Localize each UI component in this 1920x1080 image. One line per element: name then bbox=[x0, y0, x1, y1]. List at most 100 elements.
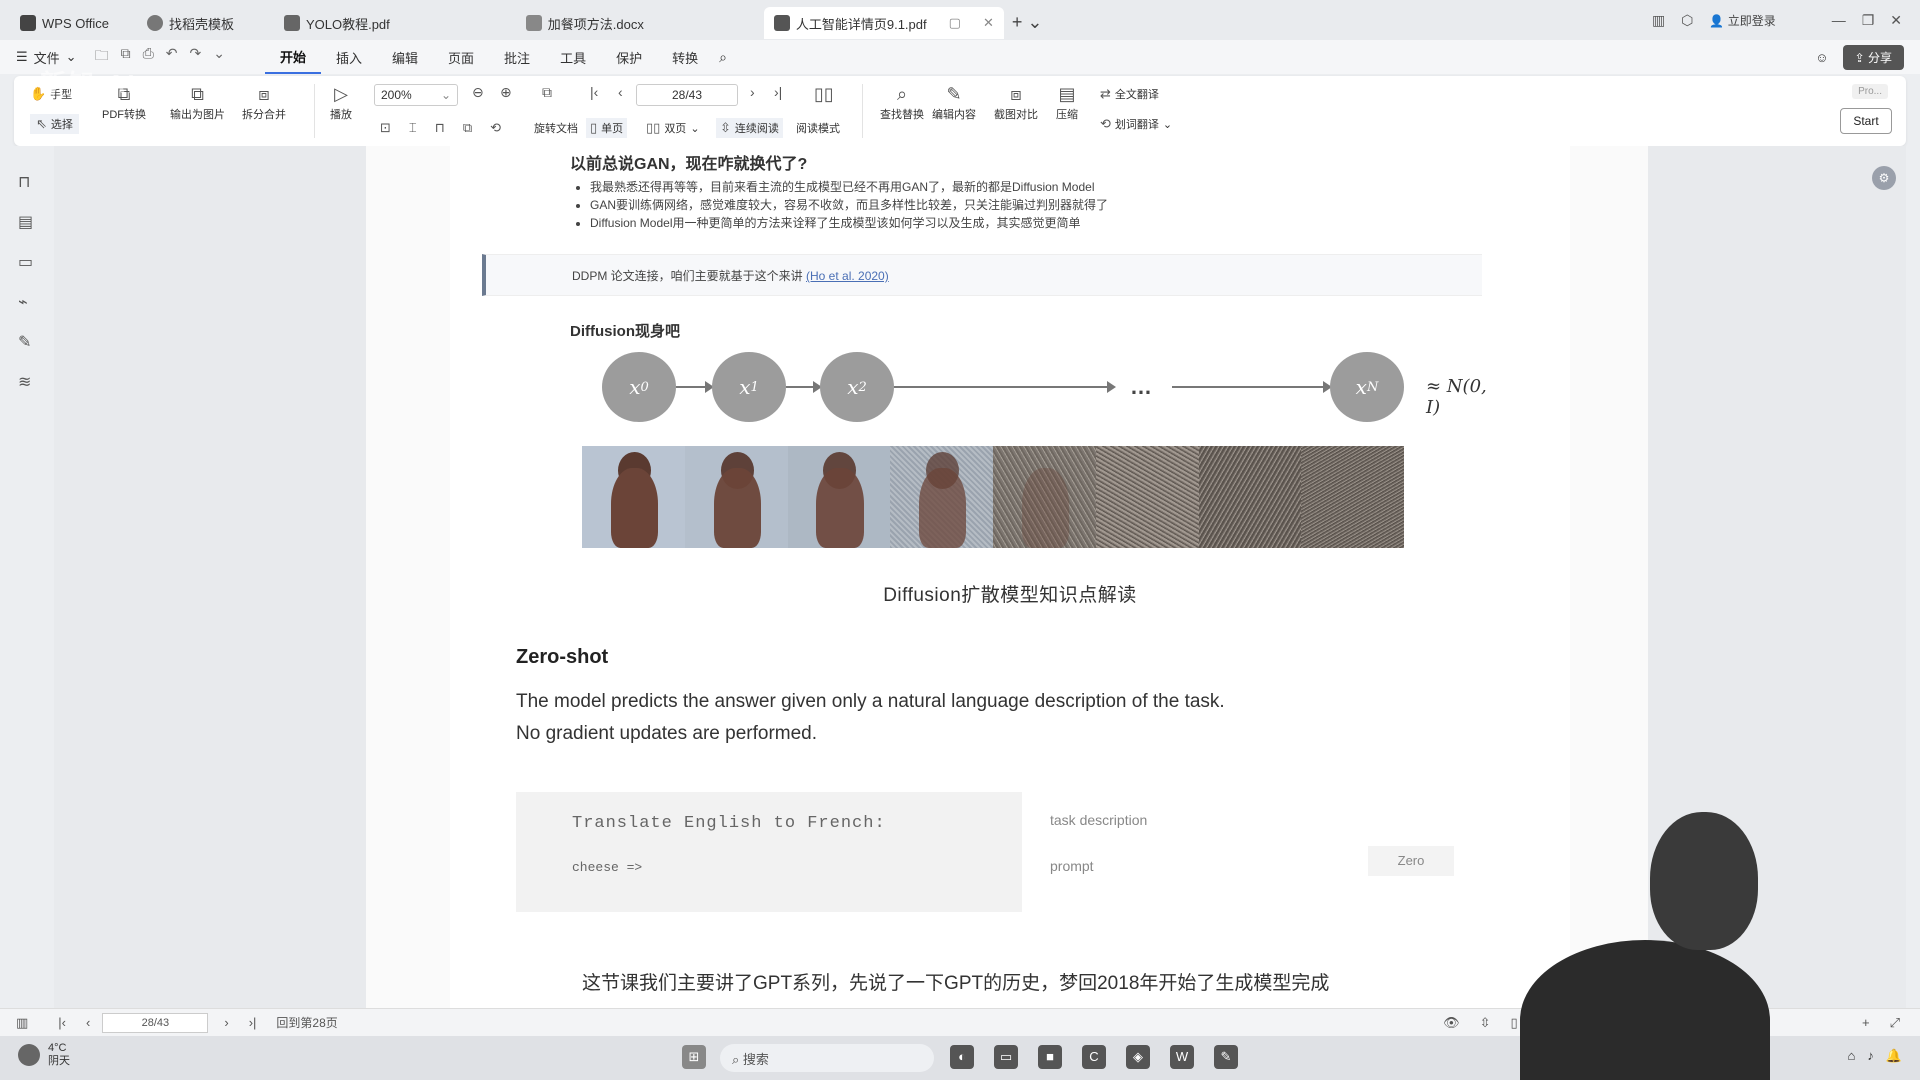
continuous-read-button[interactable]: ⇳ 连续阅读 bbox=[716, 118, 783, 138]
app-draw-icon[interactable]: ✎ bbox=[1214, 1045, 1238, 1069]
double-page-button[interactable]: ▯▯ 双页 ⌄ bbox=[646, 120, 700, 136]
emoji-icon[interactable]: ☺ bbox=[1815, 50, 1828, 65]
full-translate-button[interactable]: ⇄ 全文翻译 bbox=[1100, 86, 1159, 102]
menu-item-annotate[interactable]: 批注 bbox=[489, 40, 545, 74]
split-merge-button[interactable]: ⧈ 拆分合并 bbox=[242, 82, 286, 122]
word-translate-icon: ⟲ bbox=[1100, 116, 1111, 131]
zoom-in-icon[interactable]: ⊕ bbox=[500, 84, 512, 101]
prev-page-icon[interactable]: ‹ bbox=[618, 84, 623, 100]
export-image-button[interactable]: ⧉ 输出为图片 bbox=[170, 82, 225, 122]
login-link[interactable]: 👤 立即登录 bbox=[1709, 12, 1775, 29]
search-icon[interactable]: ⌕ bbox=[719, 49, 727, 66]
redo-icon[interactable]: ↷ bbox=[190, 45, 202, 69]
rotate-doc-button[interactable]: 旋转文档 bbox=[534, 120, 578, 136]
play-view-icon[interactable]: ▶ bbox=[1572, 1015, 1582, 1031]
menu-item-tools[interactable]: 工具 bbox=[545, 40, 601, 74]
compare-button[interactable]: ⧈ 截图对比 bbox=[994, 82, 1038, 122]
next-page-icon[interactable]: › bbox=[750, 84, 755, 100]
tab-wps-office[interactable]: WPS Office bbox=[10, 7, 119, 39]
start-button[interactable]: Start bbox=[1840, 108, 1892, 134]
close-window-icon[interactable]: ✕ bbox=[1890, 12, 1902, 29]
notification-icon[interactable]: 🔔 bbox=[1886, 1048, 1902, 1064]
page-number-input[interactable]: 28/43 bbox=[636, 84, 738, 106]
volume-icon[interactable]: ♪ bbox=[1867, 1048, 1874, 1064]
menu-item-edit[interactable]: 编辑 bbox=[377, 40, 433, 74]
network-icon[interactable]: ⌂ bbox=[1847, 1048, 1855, 1064]
layers-icon[interactable]: ≋ bbox=[18, 372, 31, 392]
compress-button[interactable]: ▤ 压缩 bbox=[1056, 82, 1078, 122]
play-button[interactable]: ▷ 播放 bbox=[330, 82, 352, 122]
single-page-icon: ▯ bbox=[590, 120, 598, 135]
first-page-icon[interactable]: |‹ bbox=[58, 1015, 66, 1030]
menu-item-protect[interactable]: 保护 bbox=[601, 40, 657, 74]
goto-page-link[interactable]: 回到第28页 bbox=[276, 1014, 337, 1031]
signature-icon[interactable]: ✎ bbox=[18, 332, 31, 352]
app-image-icon[interactable]: ◈ bbox=[1126, 1045, 1150, 1069]
taskbar-search[interactable]: ⌕ 搜索 bbox=[720, 1044, 934, 1072]
tab-close-icon[interactable]: ✕ bbox=[983, 15, 994, 31]
print-icon[interactable]: ⎙ bbox=[143, 45, 154, 69]
document-viewport[interactable]: 以前总说GAN，现在咋就换代了? 我最熟悉还得再等等，目前来看主流的生成模型已经… bbox=[54, 146, 1906, 1008]
prev-page-icon[interactable]: ‹ bbox=[86, 1015, 90, 1030]
column-icon[interactable]: ⌶ bbox=[409, 120, 417, 136]
tab-docx[interactable]: 加餐项方法.docx bbox=[516, 7, 654, 39]
menu-item-start[interactable]: 开始 bbox=[264, 40, 321, 74]
new-tab-icon[interactable]: + ⌄ bbox=[1004, 12, 1051, 33]
app-icon[interactable]: ■ bbox=[1038, 1045, 1062, 1069]
assistant-icon[interactable]: ⚙ bbox=[1872, 166, 1896, 190]
restore-icon[interactable]: ❐ bbox=[1862, 12, 1875, 29]
tab-yolo-pdf[interactable]: YOLO教程.pdf bbox=[274, 7, 400, 39]
fit-page-icon[interactable]: ⧉ bbox=[542, 84, 552, 101]
book-icon[interactable]: ▯▯ bbox=[814, 84, 834, 105]
app-c-icon[interactable]: C bbox=[1082, 1045, 1106, 1069]
frame-image bbox=[1198, 446, 1302, 548]
rotate-icon[interactable]: ⟲ bbox=[490, 120, 501, 136]
cube-icon[interactable]: ⬡ bbox=[1681, 12, 1693, 29]
tab-pin-icon[interactable]: ▢ bbox=[949, 15, 961, 31]
edit-content-button[interactable]: ✎ 编辑内容 bbox=[932, 82, 976, 122]
eye-icon[interactable]: 👁 bbox=[1443, 1015, 1460, 1031]
bookmark-tool-icon[interactable]: ⊓ bbox=[435, 120, 445, 136]
start-menu-icon[interactable]: ⊞ bbox=[682, 1045, 706, 1069]
pro-badge: Pro... bbox=[1852, 84, 1888, 99]
undo-icon[interactable]: ↶ bbox=[166, 45, 178, 69]
layout-icon[interactable]: ▥ bbox=[1652, 12, 1665, 29]
tab-template[interactable]: 找稻壳模板 bbox=[137, 7, 244, 39]
fullscreen-icon[interactable]: ⤢ bbox=[1890, 1015, 1900, 1031]
word-translate-button[interactable]: ⟲ 划词翻译 ⌄ bbox=[1100, 116, 1172, 132]
file-explorer-icon[interactable]: ▭ bbox=[994, 1045, 1018, 1069]
zoom-plus-icon[interactable]: + bbox=[1862, 1015, 1870, 1031]
first-page-icon[interactable]: |‹ bbox=[590, 84, 598, 100]
share-button[interactable]: ⇪ 分享 bbox=[1842, 44, 1904, 70]
browser-icon[interactable]: ◐ bbox=[950, 1045, 974, 1069]
tag-icon[interactable]: ⌁ bbox=[18, 292, 28, 312]
more-icon[interactable]: ⌄ bbox=[213, 45, 225, 69]
paper-link[interactable]: (Ho et al. 2020) bbox=[806, 269, 889, 283]
minimize-icon[interactable]: — bbox=[1832, 12, 1846, 28]
single-page-button[interactable]: ▯ 单页 bbox=[586, 118, 628, 138]
double-view-icon[interactable]: ▯▯ bbox=[1538, 1015, 1552, 1031]
select-tool-button[interactable]: ⇖ 选择 bbox=[30, 114, 79, 134]
menu-item-page[interactable]: 页面 bbox=[433, 40, 489, 74]
bookmark-icon[interactable]: ⊓ bbox=[18, 172, 30, 192]
last-page-icon[interactable]: ›| bbox=[774, 84, 782, 100]
weather-widget[interactable]: 4°C 阴天 bbox=[18, 1042, 70, 1068]
zoom-select[interactable]: 200% ⌄ bbox=[374, 84, 458, 106]
menu-item-insert[interactable]: 插入 bbox=[321, 40, 377, 74]
sidebar-toggle-icon[interactable]: ▥ bbox=[16, 1015, 28, 1031]
fit-width-icon[interactable]: ⇳ bbox=[1480, 1015, 1491, 1031]
zoom-out-icon[interactable]: ⊖ bbox=[472, 84, 484, 101]
copy-page-icon[interactable]: ⧉ bbox=[463, 120, 472, 136]
status-page-input[interactable]: 28/43 bbox=[102, 1012, 209, 1033]
comment-icon[interactable]: ▭ bbox=[18, 252, 33, 272]
single-view-icon[interactable]: ▯ bbox=[1511, 1015, 1518, 1031]
tab-ai-pdf[interactable]: 人工智能详情页9.1.pdf ▢ ✕ bbox=[763, 7, 1004, 39]
thumbnail-icon[interactable]: ▤ bbox=[18, 212, 33, 232]
next-page-icon[interactable]: › bbox=[224, 1015, 228, 1030]
crop-icon[interactable]: ⊡ bbox=[380, 120, 391, 136]
find-replace-button[interactable]: ⌕ 查找替换 bbox=[880, 82, 924, 122]
wps-taskbar-icon[interactable]: W bbox=[1170, 1045, 1194, 1069]
menu-item-convert[interactable]: 转换 bbox=[657, 40, 713, 74]
read-mode-button[interactable]: 阅读模式 bbox=[796, 120, 840, 136]
last-page-icon[interactable]: ›| bbox=[249, 1015, 257, 1030]
